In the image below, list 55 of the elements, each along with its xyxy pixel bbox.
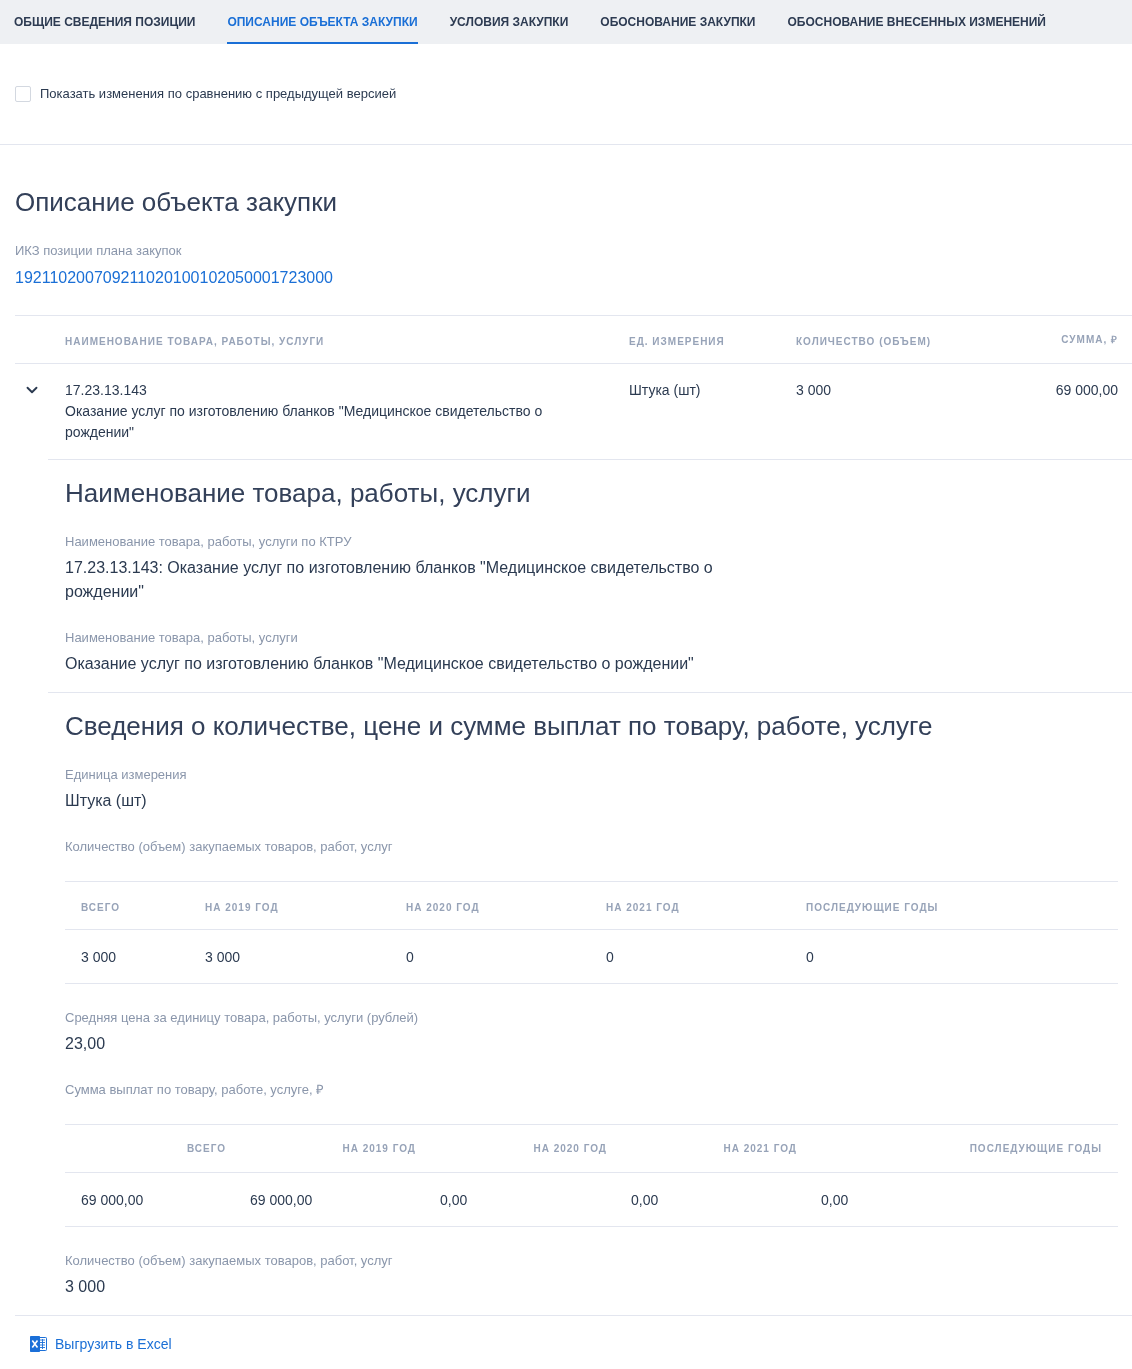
column-header: ПОСЛЕДУЮЩИЕ ГОДЫ: [969, 1141, 1102, 1156]
field-label: Наименование товара, работы, услуги: [65, 629, 299, 647]
table-cell: 69 000,00: [81, 1191, 144, 1208]
tab[interactable]: ОПИСАНИЕ ОБЪЕКТА ЗАКУПКИ: [227, 0, 418, 44]
column-header: СУММА, ₽: [1061, 332, 1118, 347]
tab[interactable]: ОБЩИЕ СВЕДЕНИЯ ПОЗИЦИИ: [14, 0, 196, 44]
column-header: ПОСЛЕДУЮЩИЕ ГОДЫ: [806, 901, 939, 913]
table-cell: 0: [806, 948, 814, 965]
field-label: Сумма выплат по товару, работе, услуге, ₽: [65, 1081, 326, 1099]
field-value: 3 000: [65, 1277, 107, 1297]
field-value: 17.23.13.143: Оказание услуг по изготовлению бланков "Медицинское свидетельство о рождении": [65, 558, 714, 602]
section-title: Наименование товара, работы, услуги: [65, 477, 532, 509]
table-cell: 3 000: [205, 948, 241, 965]
column-header: НА 2020 ГОД: [406, 901, 480, 913]
table-cell: 0: [406, 948, 414, 965]
table-cell: Штука (шт): [629, 382, 701, 398]
checkbox[interactable]: [15, 86, 31, 102]
column-header: ВСЕГО: [81, 901, 121, 913]
field-label: Количество (объем) закупаемых товаров, работ, услуг: [65, 1252, 394, 1270]
column-header: НАИМЕНОВАНИЕ ТОВАРА, РАБОТЫ, УСЛУГИ: [65, 335, 325, 347]
table-cell-text: 69 000,00: [1055, 381, 1118, 400]
export-excel-link[interactable]: Выгрузить в Excel: [30, 1333, 172, 1354]
tab[interactable]: УСЛОВИЯ ЗАКУПКИ: [449, 0, 569, 44]
table-cell: 3 000: [796, 382, 832, 398]
column-header: НА 2019 ГОД: [205, 901, 279, 913]
spreadsheet-icon: [30, 1335, 47, 1352]
table-cell: 0: [606, 948, 614, 965]
column-header: НА 2021 ГОД: [723, 1141, 797, 1156]
field-label: Средняя цена за единицу товара, работы, услуги (рублей): [65, 1009, 420, 1027]
column-header: НА 2021 ГОД: [606, 901, 680, 913]
column-header: НА 2019 ГОД: [342, 1141, 416, 1156]
field-label: ИКЗ позиции плана закупок: [15, 242, 183, 260]
table-cell: 0,00: [440, 1191, 468, 1208]
column-header: НА 2020 ГОД: [533, 1141, 607, 1156]
field-value: Оказание услуг по изготовлению бланков "Медицинское свидетельство о рождении": [65, 654, 695, 674]
table-cell: 3 000: [81, 948, 117, 965]
table-cell: 69 000,00: [250, 1191, 313, 1208]
column-header: ВСЕГО: [186, 1141, 226, 1156]
tab[interactable]: ОБОСНОВАНИЕ ЗАКУПКИ: [600, 0, 756, 44]
checkbox-label: Показать изменения по сравнению с предыдущей версией: [40, 85, 397, 103]
field-label: Количество (объем) закупаемых товаров, работ, услуг: [65, 838, 394, 856]
table-cell: 0,00: [631, 1191, 659, 1208]
field-value: 23,00: [65, 1034, 107, 1054]
section-title: Сведения о количестве, цене и сумме выплат по товару, работе, услуге: [65, 710, 934, 742]
ikz-link[interactable]: 192110200709211020100102050001723000: [15, 269, 333, 286]
field-label: Наименование товара, работы, услуги по КТРУ: [65, 533, 353, 551]
page-title: Описание объекта закупки: [15, 186, 339, 218]
column-header: ЕД. ИЗМЕРЕНИЯ: [629, 335, 725, 347]
column-header: КОЛИЧЕСТВО (ОБЪЕМ): [796, 335, 932, 347]
tab[interactable]: ОБОСНОВАНИЕ ВНЕСЕННЫХ ИЗМЕНЕНИЙ: [787, 0, 1046, 44]
field-label: Единица измерения: [65, 766, 188, 784]
item-code: 17.23.13.143: [65, 381, 148, 400]
table-cell: 0,00: [821, 1191, 849, 1208]
item-name: Оказание услуг по изготовлению бланков "Медицинское свидетельство о рождении": [65, 402, 544, 442]
field-value: Штука (шт): [65, 791, 148, 811]
